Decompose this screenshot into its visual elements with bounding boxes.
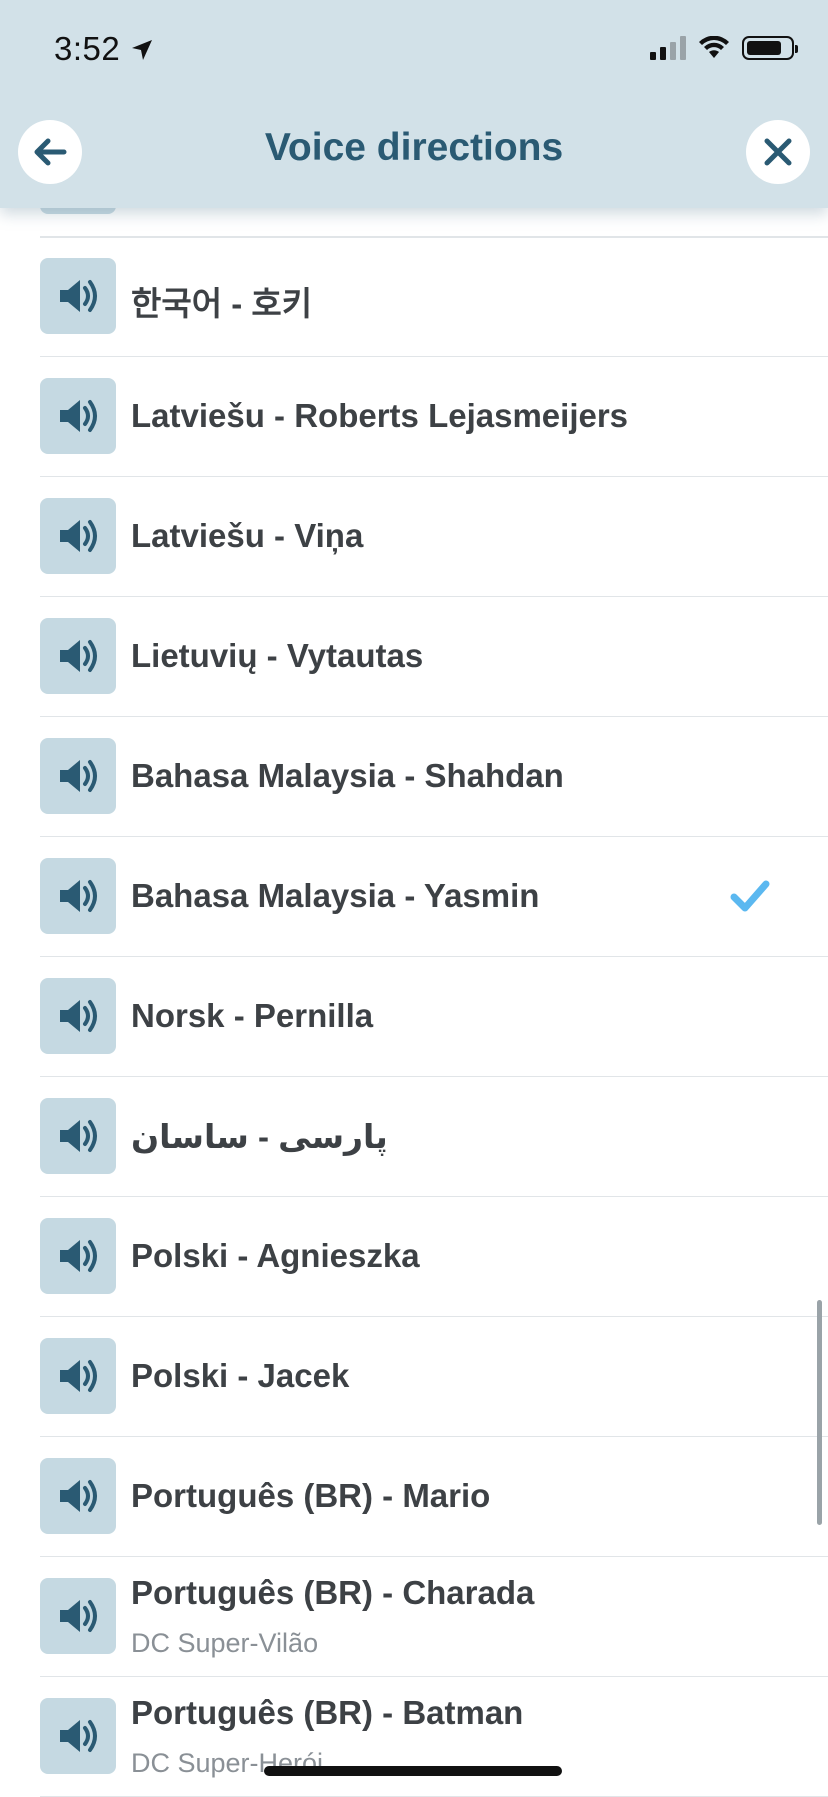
speaker-icon: [60, 1000, 97, 1032]
voice-row[interactable]: Norsk - Pernilla: [40, 957, 828, 1077]
voice-label: Bahasa Malaysia - Yasmin: [131, 877, 540, 914]
home-indicator: [264, 1766, 562, 1776]
speaker-icon: [60, 1120, 97, 1152]
voice-row[interactable]: Latviešu - Viņa: [40, 477, 828, 597]
voice-label: Lietuvių - Vytautas: [131, 637, 424, 674]
checkmark-icon: [730, 880, 770, 912]
voice-row[interactable]: Bahasa Malaysia - Yasmin: [40, 837, 828, 957]
speaker-icon: [60, 880, 97, 912]
close-button[interactable]: [746, 120, 810, 184]
play-sample-button[interactable]: [40, 618, 116, 694]
voice-label: Português (BR) - Charada: [131, 1574, 535, 1611]
wifi-icon: [699, 36, 729, 58]
status-icons: [650, 36, 798, 60]
voice-row[interactable]: 한국어 - 호키: [40, 237, 828, 357]
voice-row[interactable]: Português (BR) - Batman DC Super-Herói: [40, 1677, 828, 1797]
speaker-icon: [60, 640, 97, 672]
play-sample-button[interactable]: [40, 1338, 116, 1414]
speaker-icon: [60, 520, 97, 552]
location-arrow-icon: [132, 40, 152, 60]
voice-subtitle: DC Super-Vilão: [131, 1628, 319, 1658]
voice-label: Bahasa Malaysia - Shahdan: [131, 757, 564, 794]
play-sample-button[interactable]: [40, 1218, 116, 1294]
voice-row[interactable]: پارسی - ساسان: [40, 1077, 828, 1197]
voice-row[interactable]: Português (BR) - Charada DC Super-Vilão: [40, 1557, 828, 1677]
voice-row[interactable]: Polski - Agnieszka: [40, 1197, 828, 1317]
play-sample-button[interactable]: [40, 378, 116, 454]
speaker-icon: [60, 400, 97, 432]
scrollbar[interactable]: [817, 1300, 822, 1525]
play-sample-button[interactable]: [40, 1458, 116, 1534]
voice-row[interactable]: Português (BR) - Mario: [40, 1437, 828, 1557]
voice-row[interactable]: Bahasa Malaysia - Shahdan: [40, 717, 828, 837]
speaker-icon: [60, 1360, 97, 1392]
speaker-icon: [60, 1480, 97, 1512]
play-sample-button[interactable]: [40, 1578, 116, 1654]
voice-label: Norsk - Pernilla: [131, 997, 374, 1034]
speaker-icon: [60, 280, 97, 312]
voice-row[interactable]: Latviešu - Roberts Lejasmeijers: [40, 357, 828, 477]
speaker-icon: [60, 1600, 97, 1632]
voice-label: Latviešu - Roberts Lejasmeijers: [131, 397, 629, 434]
top-bar: 3:52 Voice directions: [0, 0, 828, 208]
cellular-signal-icon: [650, 36, 686, 60]
speaker-icon: [60, 1720, 97, 1752]
play-sample-button[interactable]: [40, 258, 116, 334]
voice-label: Português (BR) - Batman: [131, 1694, 524, 1731]
play-sample-button[interactable]: [40, 1698, 116, 1774]
speaker-icon: [60, 760, 97, 792]
play-sample-button[interactable]: [40, 858, 116, 934]
status-time: 3:52: [54, 30, 121, 67]
voice-label: Polski - Jacek: [131, 1357, 350, 1394]
play-sample-button[interactable]: [40, 978, 116, 1054]
play-sample-button[interactable]: [40, 498, 116, 574]
battery-icon: [742, 36, 798, 60]
voice-label: Polski - Agnieszka: [131, 1237, 420, 1274]
voice-label: Português (BR) - Mario: [131, 1477, 491, 1514]
speaker-icon: [60, 1240, 97, 1272]
play-sample-button[interactable]: [40, 1098, 116, 1174]
page-title: Voice directions: [264, 126, 564, 169]
close-icon: [764, 138, 792, 166]
play-sample-button[interactable]: [40, 738, 116, 814]
voice-row[interactable]: Lietuvių - Vytautas: [40, 597, 828, 717]
voice-label: Latviešu - Viņa: [131, 517, 364, 554]
voice-label: پارسی - ساسان: [131, 1118, 388, 1155]
voice-row[interactable]: Polski - Jacek: [40, 1317, 828, 1437]
voice-label: 한국어 - 호키: [131, 285, 313, 322]
